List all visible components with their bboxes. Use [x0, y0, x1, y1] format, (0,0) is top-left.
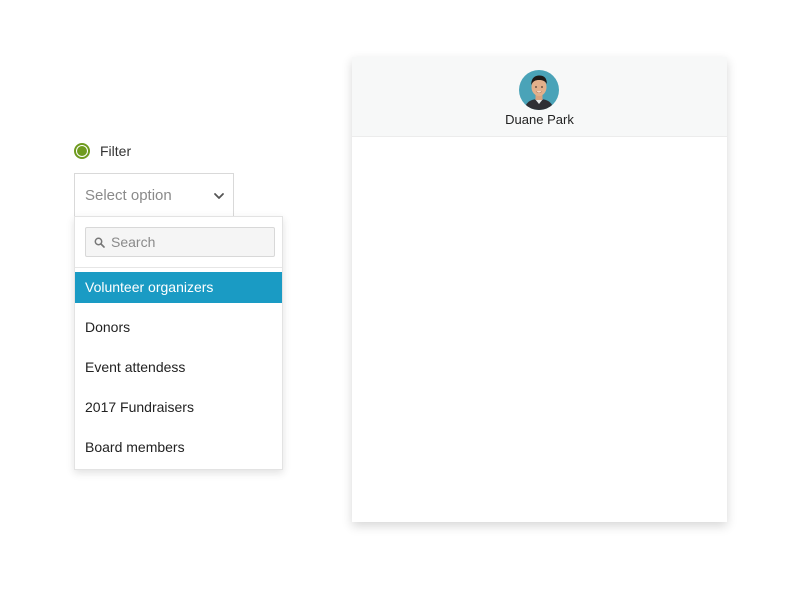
stage: Filter Select option Volunteer organizer…: [0, 0, 800, 600]
select-placeholder: Select option: [85, 187, 172, 204]
options-list: Volunteer organizers Donors Event attend…: [75, 272, 282, 472]
divider: [75, 267, 282, 268]
profile-card: Duane Park: [352, 57, 727, 522]
option-volunteer-organizers[interactable]: Volunteer organizers: [75, 272, 282, 303]
filter-radio-row[interactable]: Filter: [74, 143, 131, 159]
filter-label: Filter: [100, 143, 132, 159]
select-dropdown[interactable]: Select option: [74, 173, 234, 217]
option-2017-fundraisers[interactable]: 2017 Fundraisers: [75, 392, 282, 423]
option-board-members[interactable]: Board members: [75, 432, 282, 463]
option-event-attendess[interactable]: Event attendess: [75, 352, 282, 383]
chevron-down-icon: [213, 190, 225, 202]
filter-radio[interactable]: [74, 143, 90, 159]
dropdown-panel: Volunteer organizers Donors Event attend…: [74, 216, 283, 470]
search-icon: [94, 237, 105, 248]
search-box[interactable]: [85, 227, 275, 257]
search-input[interactable]: [111, 234, 261, 250]
filter-radio-dot: [77, 146, 87, 156]
card-header: Duane Park: [352, 57, 727, 137]
user-name: Duane Park: [505, 112, 574, 127]
option-donors[interactable]: Donors: [75, 312, 282, 343]
avatar[interactable]: [519, 70, 559, 110]
